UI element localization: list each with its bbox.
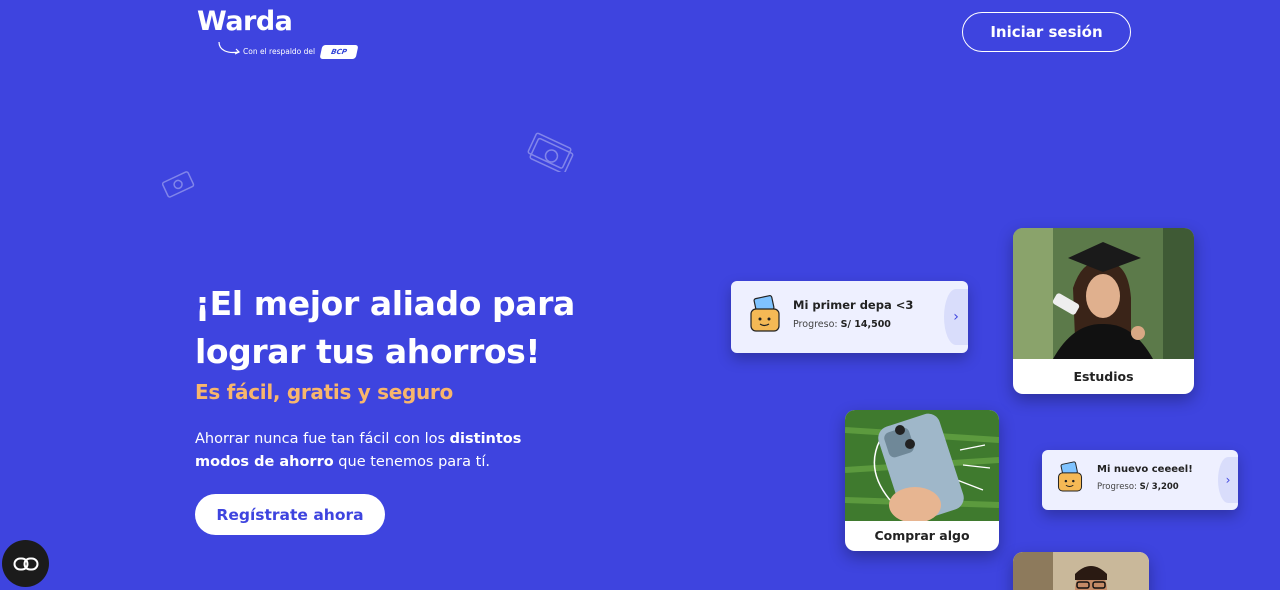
infinity-link-icon [13,557,38,570]
goal-card[interactable]: Mi nuevo ceeeel! Progreso: S/ 3,200 › [1042,450,1238,510]
photo-card-estudios[interactable]: Estudios [1013,228,1194,394]
money-bill-icon [161,171,195,198]
goal-progress: Progreso: S/ 14,500 [793,319,891,330]
photo-card-label: Comprar algo [874,528,970,543]
goal-progress-label: Progreso: [793,319,838,330]
wallet-icon [1057,461,1083,492]
goal-progress-value: S/ 14,500 [840,319,891,330]
desc-text: Ahorrar nunca fue tan fácil con los [195,431,450,447]
hero-title: ¡El mejor aliado para lograr tus ahorros… [195,280,665,376]
goal-progress: Progreso: S/ 3,200 [1097,482,1179,492]
desc-text: que tenemos para tí. [333,454,490,470]
hero-title-line: ¡El mejor aliado para [195,284,575,323]
register-button[interactable]: Regístrate ahora [195,494,385,535]
bcp-logo-badge: BCP [319,45,359,59]
goal-progress-value: S/ 3,200 [1139,482,1179,492]
logo-wordmark: Warda [197,6,293,37]
desc-bold: modos de ahorro [195,454,334,470]
warda-logo[interactable]: Warda Con el respaldo del BCP [197,6,367,62]
accessibility-button[interactable] [2,540,49,587]
wallet-icon [750,295,780,332]
photo-card-partial[interactable] [1013,552,1149,590]
chevron-right-icon[interactable]: › [1218,457,1238,503]
photo-card-comprar[interactable]: Comprar algo [845,410,999,551]
graduate-photo [1013,228,1194,359]
goal-progress-label: Progreso: [1097,482,1137,492]
curved-arrow-icon [218,41,241,55]
hero-subtitle: Es fácil, gratis y seguro [195,380,453,404]
chevron-right-icon[interactable]: › [944,289,968,345]
phone-photo [845,410,999,521]
desc-bold: distintos [449,431,522,447]
man-photo [1013,552,1149,590]
money-bill-icon [527,132,574,172]
photo-card-label: Estudios [1073,369,1134,384]
goal-name: Mi nuevo ceeeel! [1097,464,1193,475]
logo-tagline: Con el respaldo del [243,47,316,56]
goal-name: Mi primer depa <3 [793,298,914,312]
login-button[interactable]: Iniciar sesión [962,12,1131,52]
hero-title-line: lograr tus ahorros! [195,332,541,371]
hero-description: Ahorrar nunca fue tan fácil con los dist… [195,428,555,474]
goal-card[interactable]: Mi primer depa <3 Progreso: S/ 14,500 › [731,281,968,353]
